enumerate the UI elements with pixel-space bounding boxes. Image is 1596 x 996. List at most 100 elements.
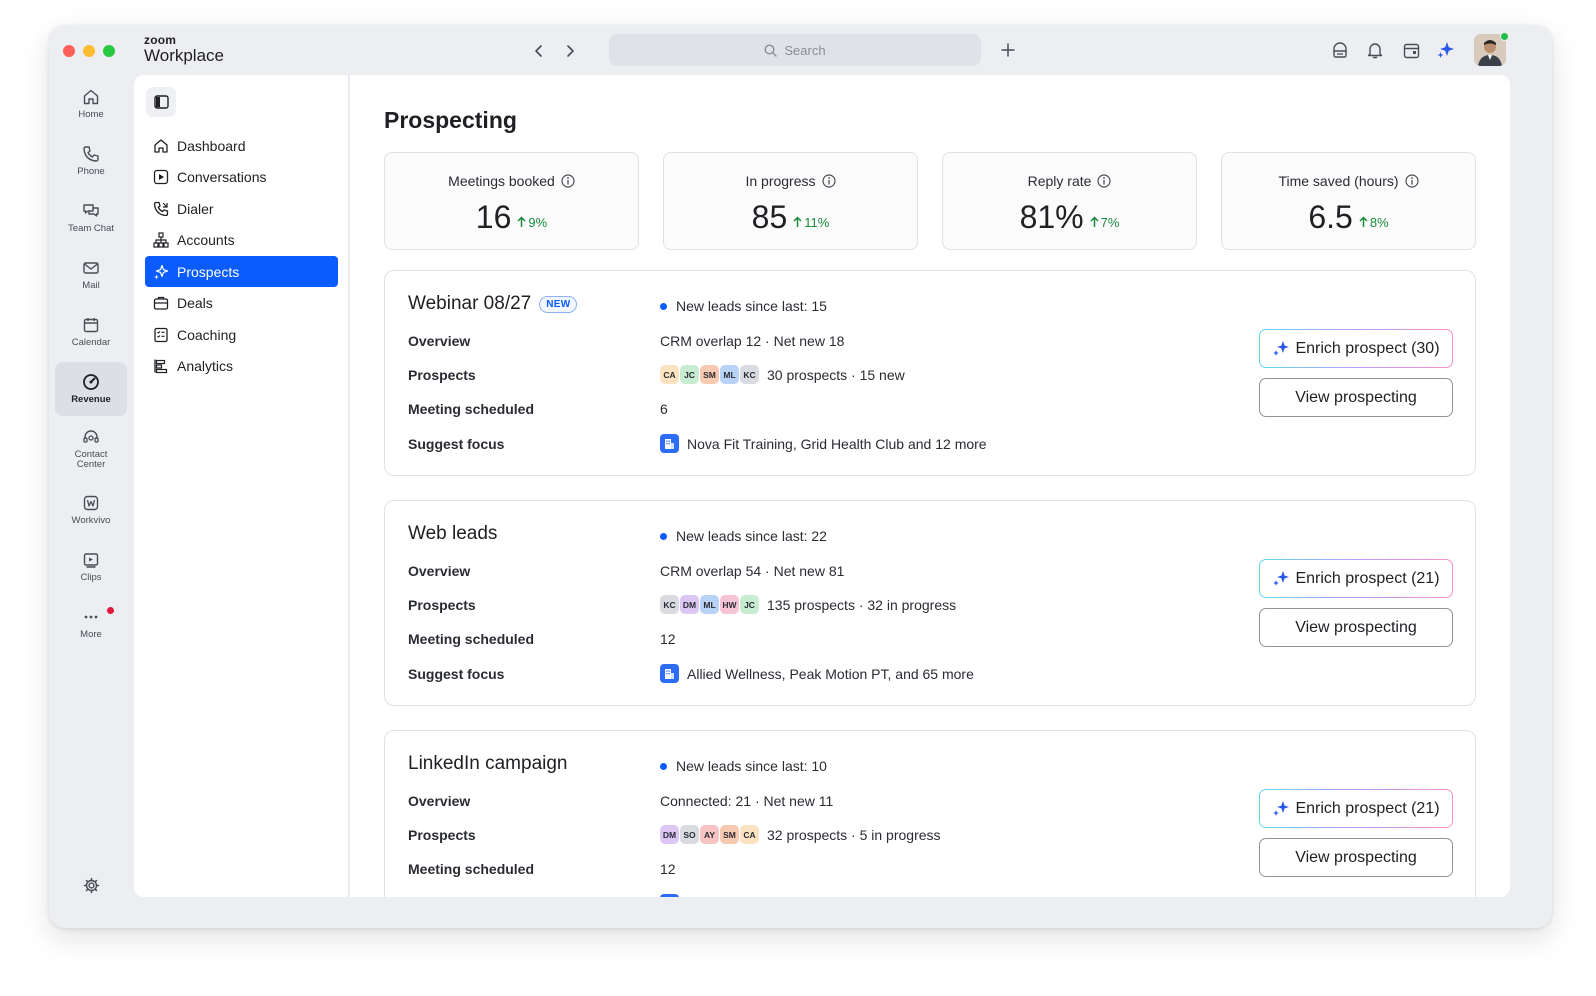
avatar-chip: KC — [740, 365, 759, 384]
analytics-icon — [154, 359, 168, 373]
suggest-focus-label: Suggest focus — [408, 436, 505, 452]
enrich-label: Enrich prospect (21) — [1295, 569, 1440, 587]
info-icon[interactable] — [561, 174, 575, 188]
enrich-prospect-button[interactable]: Enrich prospect (21) — [1259, 559, 1453, 598]
rail-item-label: Home — [78, 108, 104, 120]
stat-delta: 9% — [517, 215, 547, 230]
campaign-card-webinar: Webinar 08/27 NEW New leads since last: … — [384, 270, 1476, 476]
prospect-avatars[interactable]: DM SO AY SM CA — [660, 825, 759, 844]
checklist-icon — [154, 327, 168, 342]
rail-item-clips[interactable]: Clips — [55, 540, 127, 594]
title-bar: zoom Workplace Search — [49, 25, 1552, 77]
new-badge: NEW — [539, 295, 578, 313]
calendar-icon — [1403, 43, 1419, 58]
avatar-chip: JC — [740, 595, 759, 614]
search-placeholder: Search — [784, 42, 826, 58]
settings-button[interactable] — [55, 867, 127, 903]
overview-label: Overview — [408, 333, 471, 349]
arrow-up-icon — [1359, 216, 1368, 227]
rail-item-revenue[interactable]: Revenue — [55, 362, 127, 416]
stat-delta: 8% — [1359, 215, 1389, 230]
app-logo: zoom Workplace — [144, 34, 224, 64]
gear-icon — [83, 877, 99, 893]
stat-delta-value: 8% — [1369, 214, 1389, 230]
stat-label: Meetings booked — [448, 173, 555, 189]
rail-item-contact-center[interactable]: Contact Center — [55, 420, 127, 480]
rail-item-mail[interactable]: Mail — [55, 248, 127, 302]
enrich-label: Enrich prospect (30) — [1295, 339, 1440, 357]
nav-item-deals[interactable]: Deals — [145, 287, 338, 318]
sparkle-icon — [1273, 800, 1290, 816]
new-leads-status: New leads since last: 15 — [660, 298, 827, 314]
calendar-button[interactable] — [1400, 39, 1422, 61]
forward-button[interactable] — [560, 41, 580, 61]
info-icon[interactable] — [1404, 174, 1419, 188]
back-button[interactable] — [529, 41, 549, 61]
view-prospecting-button[interactable]: View prospecting — [1259, 378, 1453, 417]
calendar-icon — [83, 317, 99, 332]
info-icon[interactable] — [1097, 174, 1112, 188]
notifications-button[interactable] — [1364, 39, 1386, 61]
info-icon[interactable] — [821, 174, 836, 188]
nav-item-analytics[interactable]: Analytics — [145, 350, 338, 381]
toggle-sidebar-button[interactable] — [146, 87, 176, 117]
headset-button[interactable] — [1329, 39, 1351, 61]
rail-item-more[interactable]: More — [55, 597, 127, 651]
nav-item-label: Coaching — [177, 326, 237, 343]
rail-item-phone[interactable]: Phone — [55, 134, 127, 188]
rail-item-label: Calendar — [71, 336, 111, 348]
plus-icon — [1001, 43, 1015, 57]
rail-item-calendar[interactable]: Calendar — [55, 305, 127, 359]
meeting-scheduled-value: 12 — [660, 861, 676, 877]
avatar-chip: KC — [660, 595, 679, 614]
new-leads-status: New leads since last: 22 — [660, 528, 827, 544]
rail-item-team-chat[interactable]: Team Chat — [55, 191, 127, 245]
stat-card-in-progress: In progress 85 11% — [663, 152, 918, 250]
enrich-prospect-button[interactable]: Enrich prospect (30) — [1259, 329, 1453, 368]
nav-item-coaching[interactable]: Coaching — [145, 319, 338, 350]
brand-small: zoom — [144, 33, 177, 47]
meeting-scheduled-label: Meeting scheduled — [408, 401, 535, 417]
minimize-window-button[interactable] — [83, 45, 95, 57]
prospects-value: KC DM ML HW JC 135 prospects · 32 in pro… — [660, 595, 956, 614]
building-icon — [660, 664, 679, 683]
nav-item-dialer[interactable]: Dialer — [145, 193, 338, 224]
search-bar[interactable]: Search — [609, 34, 981, 66]
nav-item-conversations[interactable]: Conversations — [145, 161, 338, 192]
meeting-scheduled-label: Meeting scheduled — [408, 861, 535, 877]
view-prospecting-button[interactable]: View prospecting — [1259, 838, 1453, 877]
enrich-prospect-button[interactable]: Enrich prospect (21) — [1259, 789, 1453, 828]
stat-card-time-saved: Time saved (hours) 6.5 8% — [1221, 152, 1476, 250]
prospects-label: Prospects — [408, 597, 476, 613]
stat-value: 6.5 — [1308, 199, 1353, 235]
nav-item-prospects[interactable]: Prospects — [145, 256, 338, 287]
rail-item-home[interactable]: Home — [55, 77, 127, 131]
nav-item-label: Conversations — [177, 168, 267, 185]
new-button[interactable] — [997, 39, 1019, 61]
more-icon — [84, 615, 98, 619]
prospects-count: 135 prospects · 32 in progress — [767, 596, 957, 613]
stat-delta: 11% — [793, 215, 829, 230]
close-window-button[interactable] — [63, 45, 75, 57]
nav-item-accounts[interactable]: Accounts — [145, 224, 338, 255]
arrow-up-icon — [793, 216, 802, 227]
overview-label: Overview — [408, 793, 471, 809]
ai-companion-button[interactable] — [1435, 39, 1457, 61]
arrow-up-icon — [1090, 216, 1099, 227]
gauge-icon — [83, 373, 99, 390]
prospect-avatars[interactable]: CA JC SM ML KC — [660, 365, 759, 384]
nav-item-dashboard[interactable]: Dashboard — [145, 130, 338, 161]
suggest-focus-value: Nova Fit Training, Grid Health Club and … — [660, 434, 987, 453]
avatar-chip: CA — [740, 825, 759, 844]
prospect-avatars[interactable]: KC DM ML HW JC — [660, 595, 759, 614]
stat-label: Time saved (hours) — [1278, 173, 1399, 189]
avatar-chip: SM — [700, 365, 719, 384]
maximize-window-button[interactable] — [103, 45, 115, 57]
stat-label: In progress — [745, 173, 816, 189]
view-prospecting-button[interactable]: View prospecting — [1259, 608, 1453, 647]
nav-item-label: Dialer — [177, 200, 214, 217]
suggest-focus-text: Nova Fit Training, Grid Health Club and … — [687, 435, 987, 452]
sparkle-icon — [1437, 42, 1454, 58]
rail-item-workvivo[interactable]: Workvivo — [55, 483, 127, 537]
stat-value: 81% — [1019, 199, 1084, 235]
